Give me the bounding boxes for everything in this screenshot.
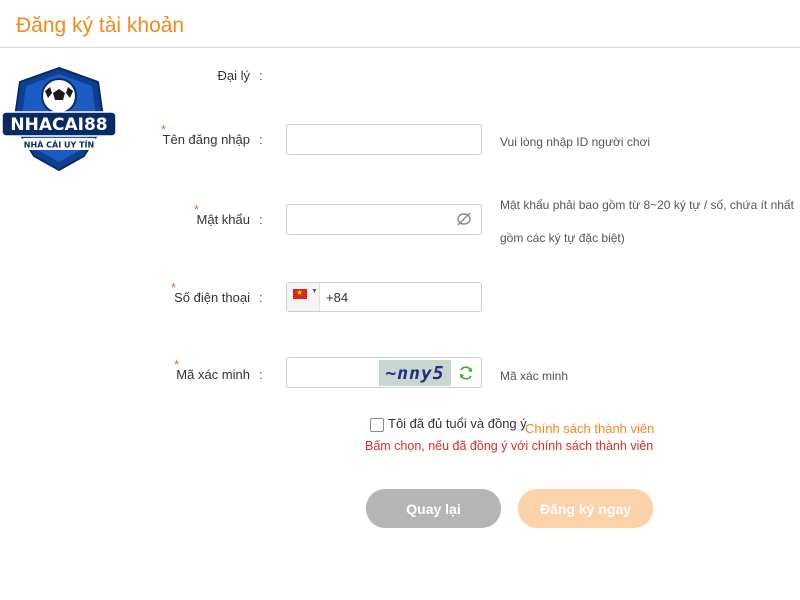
password-input[interactable] bbox=[287, 205, 481, 234]
username-input[interactable] bbox=[287, 125, 481, 154]
vietnam-flag-icon bbox=[293, 288, 307, 299]
register-button[interactable]: Đăng ký ngay bbox=[518, 489, 653, 528]
captcha-label: Mã xác minh bbox=[176, 367, 250, 382]
username-label: Tên đăng nhập bbox=[162, 132, 250, 147]
phone-label: Số điện thoại bbox=[174, 290, 250, 305]
country-code: +84 bbox=[326, 290, 349, 305]
password-label: Mật khẩu bbox=[196, 212, 250, 227]
captcha-colon: : bbox=[259, 367, 263, 382]
username-hint: Vui lòng nhập ID người chơi bbox=[500, 135, 651, 149]
brand-logo: NHACAI88 NHÀ CÁI UY TÍN bbox=[0, 64, 118, 174]
title-divider bbox=[0, 47, 800, 48]
agent-label: Đại lý bbox=[217, 68, 250, 83]
back-button[interactable]: Quay lại bbox=[366, 489, 501, 528]
member-policy-link[interactable]: Chính sách thành viên bbox=[525, 421, 654, 436]
refresh-icon[interactable] bbox=[457, 364, 475, 382]
captcha-hint: Mã xác minh bbox=[500, 369, 569, 383]
country-select[interactable]: ▼ bbox=[287, 283, 320, 311]
password-hint-line1: Mật khẩu phải bao gồm từ 8~20 ký tự / số… bbox=[500, 198, 794, 212]
agree-checkbox[interactable] bbox=[370, 418, 384, 432]
username-colon: : bbox=[259, 132, 263, 147]
eye-slash-icon[interactable] bbox=[455, 210, 473, 228]
password-colon: : bbox=[259, 212, 263, 227]
username-field-box bbox=[286, 124, 482, 155]
logo-tagline-text: NHÀ CÁI UY TÍN bbox=[24, 139, 94, 150]
phone-colon: : bbox=[259, 290, 263, 305]
page-title: Đăng ký tài khoản bbox=[16, 14, 185, 37]
brand-logo-graphic: NHACAI88 NHÀ CÁI UY TÍN bbox=[1, 66, 117, 172]
agree-error-text: Bấm chọn, nếu đã đồng ý với chính sách t… bbox=[365, 439, 654, 453]
dropdown-caret-icon: ▼ bbox=[311, 288, 318, 295]
logo-brand-text: NHACAI88 bbox=[10, 115, 107, 135]
captcha-input[interactable] bbox=[287, 358, 379, 387]
captcha-image: ~nny5 bbox=[379, 360, 451, 386]
password-hint-line2: gồm các ký tự đặc biệt) bbox=[500, 231, 625, 245]
agent-colon: : bbox=[259, 68, 263, 83]
agree-text: Tôi đã đủ tuổi và đồng ý bbox=[388, 416, 527, 431]
password-field-box bbox=[286, 204, 482, 235]
phone-input[interactable] bbox=[354, 284, 482, 312]
